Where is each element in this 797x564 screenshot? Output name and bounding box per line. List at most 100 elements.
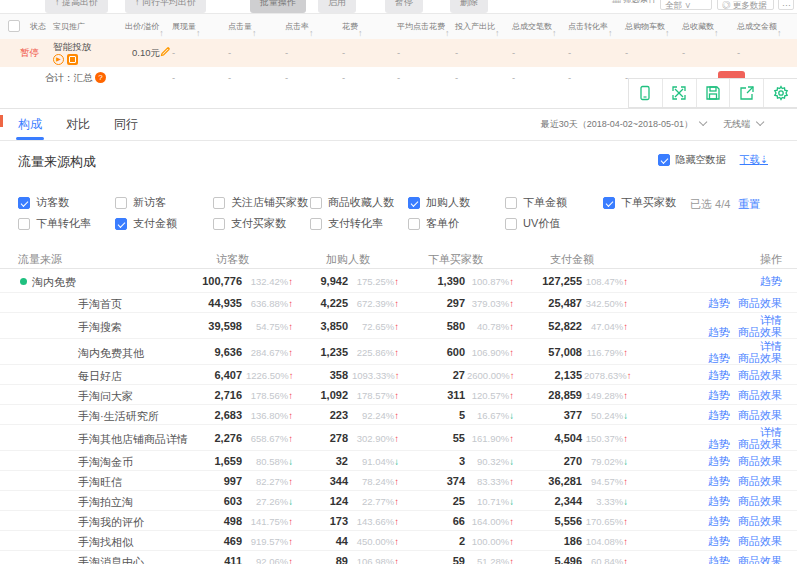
metric-filter[interactable]: UV价值 [505,216,560,231]
action-link-detail[interactable]: 详情 [760,314,782,326]
share-icon[interactable] [730,79,764,107]
date-range-selector[interactable]: 最近30天（2018-04-02~2018-05-01） [541,119,693,129]
action-link-product-effect[interactable]: 商品效果 [738,455,782,467]
metric-filter[interactable]: 支付买家数 [213,216,286,231]
settings-icon[interactable] [764,79,797,107]
action-link-product-effect[interactable]: 商品效果 [738,369,782,381]
action-link-trend[interactable]: 趋势 [708,326,730,338]
metric-filter[interactable]: 支付转化率 [310,216,383,231]
action-link-product-effect[interactable]: 商品效果 [738,535,782,547]
metric-filter[interactable]: 访客数 [18,195,69,210]
ad-toolbar-button[interactable]: 暂停 [385,0,423,13]
download-link[interactable]: 下载⇣ [740,153,768,167]
ad-toolbar-button[interactable]: ↑ 提高出价 [45,0,108,13]
ad-toolbar-button[interactable]: ↑ 同行平均出价 [125,0,206,13]
empty-value: - [568,72,571,83]
ad-column-header[interactable]: 总收藏数 ↑ [682,21,714,32]
metric-checkbox[interactable] [115,218,127,230]
metric-checkbox[interactable] [310,218,322,230]
ad-column-header[interactable]: 平均点击花费 ↑ [397,21,445,32]
action-link-product-effect[interactable]: 商品效果 [738,326,782,338]
action-link-trend[interactable]: 趋势 [760,275,782,287]
mobile-preview-icon[interactable] [629,79,663,107]
ad-toolbar-button[interactable]: 删除 [450,0,488,13]
ad-table-row[interactable]: 暂停 智能投放 ▶ 0.10元 ----------- [0,39,797,67]
ad-column-header[interactable]: 点击转化率 ↑ [568,21,608,32]
action-link-product-effect[interactable]: 商品效果 [738,438,782,450]
metric-filter[interactable]: 商品收藏人数 [310,195,394,210]
metric-checkbox[interactable] [505,218,517,230]
ad-toolbar-button[interactable]: 启用 [318,0,356,13]
play-icon[interactable]: ▶ [53,54,64,65]
hide-empty-checkbox[interactable] [658,154,670,166]
metric-checkbox[interactable] [603,197,615,209]
filter-dropdown[interactable]: 全部 ∨ [660,0,712,10]
action-link-trend[interactable]: 趋势 [708,535,730,547]
ad-column-header[interactable]: 出价/溢价 ↑ [125,21,159,32]
action-link-product-effect[interactable]: 商品效果 [738,409,782,421]
action-link-product-effect[interactable]: 商品效果 [738,515,782,527]
metric-checkbox[interactable] [505,197,517,209]
metric-checkbox[interactable] [408,218,420,230]
action-link-product-effect[interactable]: 商品效果 [738,352,782,364]
action-link-trend[interactable]: 趋势 [708,475,730,487]
action-link-trend[interactable]: 趋势 [708,455,730,467]
action-link-trend[interactable]: 趋势 [708,369,730,381]
metric-checkbox[interactable] [18,218,30,230]
ad-column-header[interactable]: 总成交金额 ↑ [737,21,777,32]
metric-checkbox[interactable] [213,197,225,209]
metric-checkbox[interactable] [18,197,30,209]
ad-column-header[interactable]: 投入产出比 ↑ [455,21,495,32]
action-link-product-effect[interactable]: 商品效果 [738,495,782,507]
action-link-trend[interactable]: 趋势 [708,297,730,309]
help-icon[interactable]: ? [95,72,106,83]
action-link-trend[interactable]: 趋势 [708,515,730,527]
metric-filter[interactable]: 客单价 [408,216,459,231]
action-link-trend[interactable]: 趋势 [708,389,730,401]
fullscreen-icon[interactable] [663,79,697,107]
tab-peers[interactable]: 同行 [102,109,150,140]
action-link-trend[interactable]: 趋势 [708,495,730,507]
action-link-trend[interactable]: 趋势 [708,409,730,421]
image-icon[interactable] [67,54,78,65]
action-link-product-effect[interactable]: 商品效果 [738,297,782,309]
action-link-product-effect[interactable]: 商品效果 [738,389,782,401]
ad-column-header[interactable]: 点击量 ↑ [228,21,252,32]
action-link-trend[interactable]: 趋势 [708,438,730,450]
metric-filter[interactable]: 下单买家数 [603,195,676,210]
ad-column-header[interactable]: 点击率 ↑ [285,21,309,32]
metric-filter[interactable]: 下单转化率 [18,216,91,231]
more-options-button[interactable]: ⋯ [778,0,794,10]
action-link-trend[interactable]: 趋势 [708,555,730,564]
save-icon[interactable] [697,79,731,107]
metric-checkbox[interactable] [213,218,225,230]
metric-filter[interactable]: 支付金额 [115,216,177,231]
action-link-product-effect[interactable]: 商品效果 [738,475,782,487]
metric-value: 66 [373,515,465,527]
metric-filter[interactable]: 新访客 [115,195,166,210]
reset-link[interactable]: 重置 [738,198,760,210]
action-link-product-effect[interactable]: 商品效果 [738,555,782,564]
metric-checkbox[interactable] [115,197,127,209]
ad-column-header[interactable]: 总成交笔数 ↑ [512,21,552,32]
ad-toolbar-button[interactable]: 批量操作 [250,0,306,13]
select-all-checkbox[interactable] [8,20,20,32]
traffic-source-name: 淘内免费 [32,275,76,290]
ad-column-header[interactable]: 展现量 ↑ [172,21,196,32]
more-data-button[interactable]: ◎ 更多数据 [717,0,774,10]
action-link-detail[interactable]: 详情 [760,426,782,438]
metric-filter[interactable]: 加购人数 [408,195,470,210]
ad-column-header[interactable]: 总购物车数 ↑ [625,21,665,32]
filter-conditions-label[interactable]: ▦ 筛选条件 ⌃ [612,0,666,6]
terminal-selector[interactable]: 无线端 [723,119,750,129]
metric-checkbox[interactable] [310,197,322,209]
action-link-detail[interactable]: 详情 [760,340,782,352]
metric-filter[interactable]: 下单金额 [505,195,567,210]
ad-column-header[interactable]: 花费 ↑ [342,21,358,32]
action-link-trend[interactable]: 趋势 [708,352,730,364]
tab-composition[interactable]: 构成 [6,109,54,140]
tab-compare[interactable]: 对比 [54,109,102,140]
metric-filter[interactable]: 关注店铺买家数 [213,195,308,210]
edit-bid-icon[interactable] [160,46,171,59]
metric-checkbox[interactable] [408,197,420,209]
